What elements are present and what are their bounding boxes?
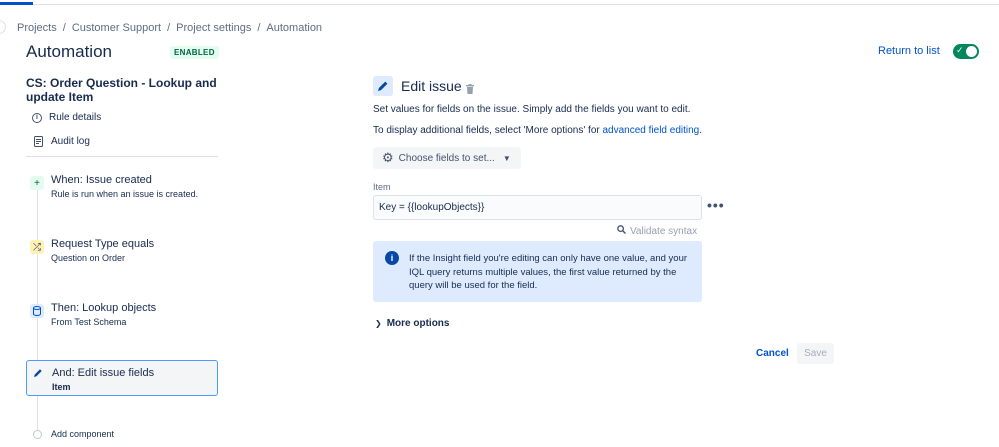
return-to-list-link[interactable]: Return to list: [878, 45, 940, 57]
editor-advanced-hint: To display additional fields, select 'Mo…: [373, 125, 702, 136]
audit-log-label: Audit log: [51, 135, 90, 147]
top-nav-bar: [0, 0, 999, 5]
advanced-hint-suffix: .: [699, 125, 703, 136]
insight-info-panel: i If the Insight field you're editing ca…: [373, 241, 702, 302]
breadcrumb-separator: /: [257, 22, 261, 34]
active-tab-indicator: [0, 2, 33, 5]
page-title: Automation: [26, 42, 112, 61]
plus-icon: +: [30, 176, 44, 190]
shuffle-icon: ⤮: [30, 240, 44, 254]
step-title: When: Issue created: [51, 174, 152, 186]
step-subtitle: Rule is run when an issue is created.: [51, 189, 199, 199]
step-title: And: Edit issue fields: [52, 367, 155, 379]
sidebar-divider: [26, 156, 218, 157]
step-subtitle: Item: [52, 382, 71, 392]
search-icon: [617, 225, 626, 237]
more-options-toggle[interactable]: ❯ More options: [375, 318, 449, 329]
save-button[interactable]: Save: [797, 343, 834, 364]
editor-title: Edit issue: [401, 78, 462, 94]
validate-syntax-label: Validate syntax: [630, 225, 698, 237]
breadcrumb-customer-support[interactable]: Customer Support: [72, 22, 161, 34]
audit-log-link[interactable]: Audit log: [32, 135, 90, 147]
database-icon: [30, 304, 44, 318]
step-action-edit-issue-fields[interactable]: And: Edit issue fields Item: [26, 360, 218, 396]
step-subtitle: Question on Order: [51, 253, 126, 263]
breadcrumb-separator: /: [62, 22, 66, 34]
cancel-button[interactable]: Cancel: [756, 348, 789, 359]
more-options-label: More options: [386, 318, 450, 329]
trash-icon[interactable]: [466, 81, 474, 99]
advanced-field-editing-link[interactable]: advanced field editing: [603, 125, 700, 136]
sidebar-collapse-handle[interactable]: [0, 20, 6, 34]
document-icon: [32, 135, 44, 147]
breadcrumb-project-settings[interactable]: Project settings: [176, 22, 251, 34]
info-panel-text: If the Insight field you're editing can …: [409, 253, 688, 291]
add-component-button[interactable]: Add component: [33, 429, 114, 439]
add-component-dot: [33, 429, 42, 439]
info-icon: i: [385, 251, 399, 265]
chevron-down-icon: ▼: [502, 153, 511, 163]
step-subtitle: From Test Schema: [51, 317, 127, 327]
step-title: Then: Lookup objects: [51, 302, 157, 314]
breadcrumb: Projects / Customer Support / Project se…: [17, 22, 322, 34]
edit-issue-pencil-icon: [373, 76, 393, 96]
gear-icon: ⚙: [382, 150, 394, 165]
info-icon: i: [32, 112, 42, 123]
more-actions-icon[interactable]: •••: [707, 197, 725, 213]
pencil-icon: [31, 366, 45, 380]
choose-fields-button[interactable]: ⚙ Choose fields to set... ▼: [373, 147, 521, 169]
breadcrumb-projects[interactable]: Projects: [17, 22, 57, 34]
check-icon: ✓: [956, 45, 964, 55]
choose-fields-label: Choose fields to set...: [398, 152, 495, 164]
rule-details-label: Rule details: [49, 112, 102, 123]
item-field-input[interactable]: [373, 195, 702, 220]
chevron-right-icon: ❯: [375, 319, 382, 328]
rule-enabled-toggle[interactable]: ✓: [953, 44, 979, 59]
step-title: Request Type equals: [51, 238, 155, 250]
breadcrumb-automation[interactable]: Automation: [266, 22, 322, 34]
editor-description: Set values for fields on the issue. Simp…: [373, 104, 691, 115]
advanced-hint-prefix: To display additional fields, select 'Mo…: [373, 125, 603, 136]
rule-details-link[interactable]: i Rule details: [32, 112, 101, 123]
status-badge: ENABLED: [170, 46, 219, 59]
rule-name: CS: Order Question - Lookup and update I…: [26, 76, 217, 104]
breadcrumb-separator: /: [167, 22, 171, 34]
toggle-knob: [966, 46, 977, 57]
item-field-label: Item: [373, 182, 391, 192]
add-component-label: Add component: [51, 429, 115, 439]
validate-syntax-button[interactable]: Validate syntax: [617, 225, 697, 237]
